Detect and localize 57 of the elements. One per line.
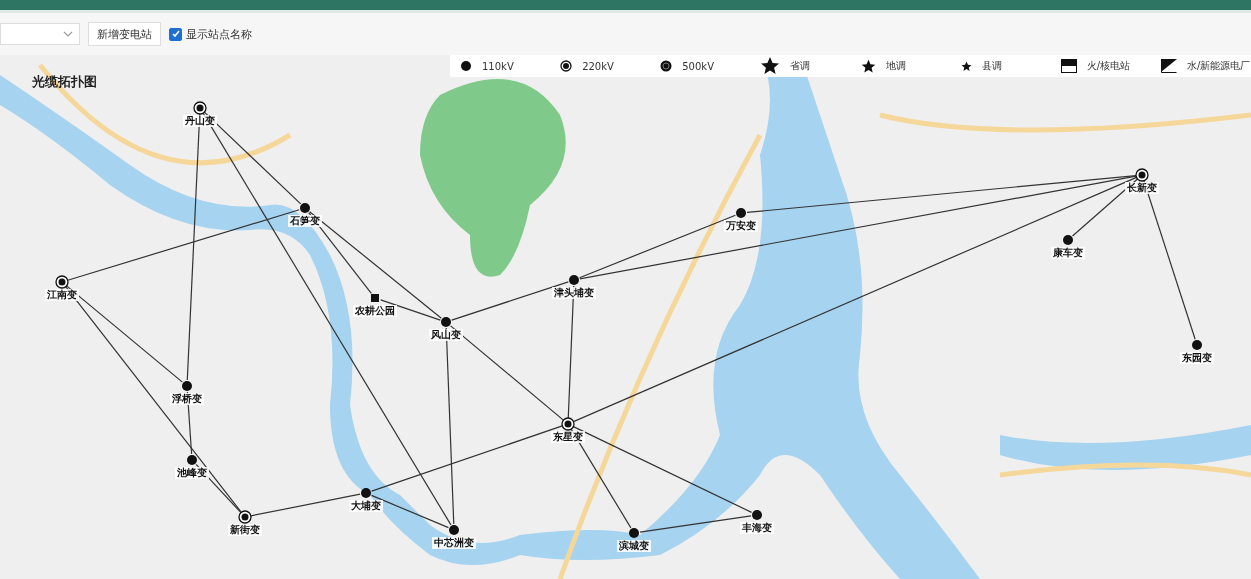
- station-label: 池峰变: [175, 467, 209, 479]
- caret-icon: [63, 31, 73, 37]
- ringed-dot-icon: [560, 60, 573, 72]
- substation-marker[interactable]: [182, 381, 192, 391]
- substation-marker[interactable]: [561, 417, 575, 431]
- legend-label: 火/核电站: [1086, 59, 1131, 73]
- substation-marker[interactable]: [1192, 340, 1202, 350]
- station-label: 滨城变: [617, 540, 651, 552]
- checkbox-label: 显示站点名称: [186, 26, 252, 42]
- station-label: 新街变: [228, 524, 262, 536]
- station-label: 丹山变: [183, 115, 217, 127]
- substation-marker[interactable]: [238, 510, 252, 524]
- station-label: 康车变: [1051, 247, 1085, 259]
- legend-label: 220kV: [582, 60, 614, 72]
- substation-marker[interactable]: [187, 455, 197, 465]
- substation-marker[interactable]: [193, 101, 207, 115]
- legend-label: 地调: [885, 59, 906, 73]
- substation-marker[interactable]: [361, 488, 371, 498]
- small-dot-icon: [460, 60, 472, 72]
- station-label: 大埔变: [349, 500, 383, 512]
- double-ring-dot-icon: [660, 60, 673, 72]
- station-label: 东星变: [551, 431, 585, 443]
- legend-label: 县调: [981, 59, 1002, 73]
- star-icon: [960, 60, 972, 72]
- legend-label: 110kV: [482, 60, 514, 72]
- station-label: 丰海变: [740, 522, 774, 534]
- legend-label: 水/新能源电厂: [1186, 59, 1251, 73]
- substation-marker[interactable]: [55, 275, 69, 289]
- station-label: 中芯洲变: [432, 537, 476, 549]
- station-label: 农耕公园: [353, 305, 397, 317]
- star-icon: [760, 56, 781, 76]
- add-substation-button[interactable]: 新增变电站: [88, 22, 161, 46]
- station-label: 长新变: [1125, 182, 1159, 194]
- substation-marker[interactable]: [752, 510, 762, 520]
- station-label: 津头埔变: [552, 287, 596, 299]
- map-title: 光缆拓扑图: [32, 73, 97, 91]
- substation-marker[interactable]: [569, 275, 579, 285]
- substation-marker[interactable]: [736, 208, 746, 218]
- legend-label: 省调: [790, 59, 811, 73]
- flag-icon: [1160, 59, 1177, 73]
- station-label: 浮桥变: [170, 393, 204, 405]
- substation-marker[interactable]: [629, 528, 639, 538]
- station-label: 江南变: [45, 289, 79, 301]
- substation-marker[interactable]: [441, 317, 451, 327]
- show-names-checkbox[interactable]: [169, 27, 182, 41]
- substation-marker[interactable]: [1063, 235, 1073, 245]
- station-label: 万安变: [724, 220, 758, 232]
- station-label: 东园变: [1180, 352, 1214, 364]
- substation-marker[interactable]: [300, 203, 310, 213]
- station-label: 风山变: [429, 329, 463, 341]
- station-label: 石笋变: [288, 215, 322, 227]
- flag-icon: [1060, 59, 1077, 73]
- substation-marker[interactable]: [371, 294, 379, 302]
- substation-marker[interactable]: [1135, 168, 1149, 182]
- substation-marker[interactable]: [449, 525, 459, 535]
- legend-label: 500kV: [682, 60, 714, 72]
- star-icon: [860, 58, 876, 74]
